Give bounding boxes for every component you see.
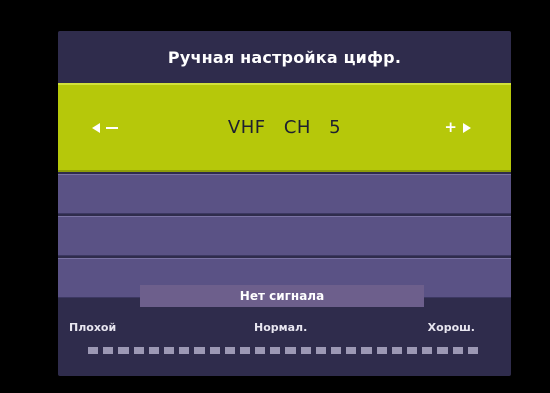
signal-meter-segment	[103, 347, 114, 354]
channel-value: VHF CH 5	[58, 83, 511, 172]
signal-meter-segment	[285, 347, 296, 354]
signal-meter-segment	[209, 347, 220, 354]
channel-selector-row[interactable]: VHF CH 5 +	[58, 83, 511, 172]
signal-meter-segment	[300, 347, 311, 354]
menu-title: Ручная настройка цифр.	[167, 48, 402, 67]
signal-scale-mid-label: Нормал.	[254, 321, 308, 334]
menu-row-empty	[58, 216, 511, 256]
signal-meter-segment	[422, 347, 433, 354]
signal-meter-segment	[361, 347, 372, 354]
manual-tuning-menu: Ручная настройка цифр. VHF CH 5 + Нет си…	[58, 31, 511, 376]
signal-meter-segment	[194, 347, 205, 354]
signal-meter-segment	[270, 347, 281, 354]
signal-meter-segment	[315, 347, 326, 354]
arrow-right-icon	[463, 122, 471, 133]
arrow-left-icon	[92, 122, 100, 133]
signal-scale-high-label: Хорош.	[427, 321, 475, 334]
channel-decrease-control[interactable]	[92, 83, 118, 172]
channel-ch-label: CH	[283, 117, 311, 138]
channel-band: VHF	[227, 117, 266, 138]
signal-meter-segment	[331, 347, 342, 354]
signal-scale-low-label: Плохой	[69, 321, 117, 334]
signal-meter-segment	[148, 347, 159, 354]
plus-icon: +	[444, 118, 457, 136]
signal-meter-segment	[88, 347, 99, 354]
minus-icon	[106, 126, 118, 129]
menu-row-empty	[58, 174, 511, 214]
channel-increase-control[interactable]: +	[444, 83, 471, 172]
signal-meter-segment	[406, 347, 418, 354]
signal-meter-segment	[255, 347, 266, 354]
signal-meter-segment	[437, 347, 448, 354]
signal-meter-segment	[133, 347, 144, 354]
signal-meter-segment	[346, 347, 357, 354]
signal-meter-segment	[391, 347, 402, 354]
signal-meter-segment	[239, 347, 251, 354]
signal-status-box: Нет сигнала	[140, 285, 424, 307]
signal-meter-segment	[118, 347, 129, 354]
signal-meter-segment	[163, 347, 175, 354]
signal-meter-segment	[467, 347, 478, 354]
signal-meter-segment	[452, 347, 463, 354]
signal-meter-segment	[179, 347, 190, 354]
channel-number: 5	[329, 117, 342, 138]
signal-strength-meter	[88, 347, 478, 354]
signal-meter-segment	[224, 347, 235, 354]
signal-meter-segment	[376, 347, 387, 354]
